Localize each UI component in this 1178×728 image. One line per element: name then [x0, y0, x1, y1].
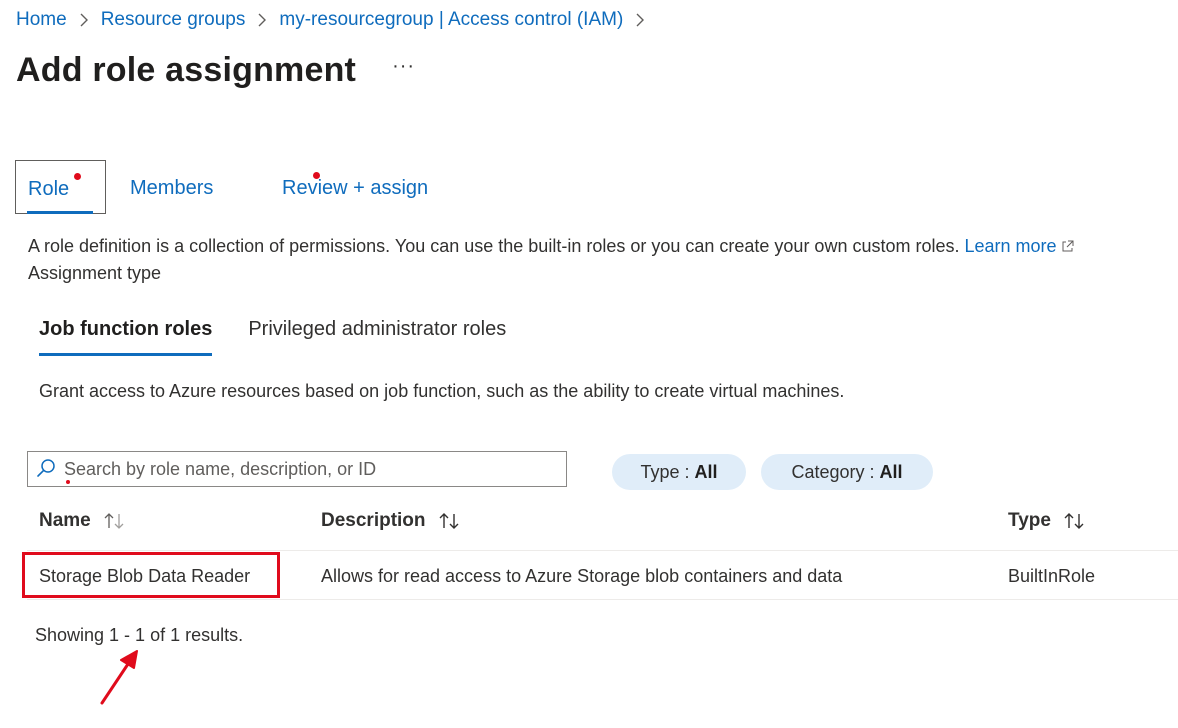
tab-job-function-roles-label: Job function roles	[39, 318, 213, 340]
type-filter-value: All	[694, 461, 718, 482]
breadcrumb: Home Resource groups my-resourcegroup | …	[16, 8, 657, 32]
sort-icon[interactable]	[438, 512, 462, 530]
title-row: Add role assignment ···	[16, 48, 415, 92]
search-input[interactable]	[64, 452, 560, 486]
learn-more-link[interactable]: Learn more	[965, 236, 1074, 256]
add-role-assignment-page: Home Resource groups my-resourcegroup | …	[0, 0, 1178, 728]
column-header-description-label: Description	[321, 510, 426, 531]
tab-members-label: Members	[130, 177, 214, 199]
annotation-arrow	[100, 650, 138, 705]
description-text: A role definition is a collection of per…	[28, 236, 960, 256]
role-definition-description: A role definition is a collection of per…	[28, 234, 1074, 259]
chevron-right-icon	[257, 13, 267, 27]
tab-review-assign-label: Review + assign	[282, 177, 429, 199]
type-filter-label: Type :	[640, 461, 695, 482]
external-link-icon	[1061, 235, 1074, 259]
selected-tab-underline	[39, 353, 213, 356]
learn-more-label: Learn more	[964, 236, 1057, 256]
type-filter-pill[interactable]: Type : All	[612, 454, 746, 490]
breadcrumb-resource-groups[interactable]: Resource groups	[101, 8, 246, 32]
search-icon	[36, 458, 56, 478]
tab-privileged-administrator-roles[interactable]: Privileged administrator roles	[248, 318, 506, 356]
chevron-right-icon	[635, 13, 645, 27]
category-filter-value: All	[879, 461, 903, 482]
column-header-type-label: Type	[1008, 510, 1051, 531]
role-description-cell: Allows for read access to Azure Storage …	[321, 566, 843, 586]
column-header-name: Name	[39, 510, 127, 532]
page-title: Add role assignment	[16, 51, 357, 89]
table-divider	[27, 550, 1178, 551]
more-options-button[interactable]: ···	[392, 55, 415, 78]
tab-job-function-roles[interactable]: Job function roles	[39, 318, 213, 356]
tab-members[interactable]: Members	[106, 160, 320, 214]
column-header-description: Description	[321, 510, 462, 532]
breadcrumb-resourcegroup-iam[interactable]: my-resourcegroup | Access control (IAM)	[279, 8, 623, 32]
tab-role[interactable]: Role	[15, 160, 106, 214]
tab-review-assign[interactable]: Review + assign	[258, 160, 458, 214]
sort-icon[interactable]	[103, 512, 127, 530]
category-filter-pill[interactable]: Category : All	[761, 454, 933, 490]
table-divider	[27, 599, 1178, 600]
spellcheck-indicator	[66, 480, 70, 484]
category-filter-label: Category :	[791, 461, 880, 482]
breadcrumb-home[interactable]: Home	[16, 8, 67, 32]
sort-icon[interactable]	[1063, 512, 1087, 530]
required-indicator	[74, 173, 81, 180]
chevron-right-icon	[79, 13, 89, 27]
column-header-name-label: Name	[39, 510, 91, 531]
role-type-cell: BuiltInRole	[1008, 566, 1096, 586]
job-function-description: Grant access to Azure resources based on…	[39, 381, 845, 401]
column-header-type: Type	[1008, 510, 1087, 532]
tab-role-label: Role	[28, 178, 70, 200]
tab-privileged-administrator-roles-label: Privileged administrator roles	[248, 318, 507, 340]
wizard-tabs: Role Members Review + assign	[15, 160, 458, 214]
role-search-box[interactable]	[27, 451, 567, 487]
results-count: Showing 1 - 1 of 1 results.	[35, 625, 244, 645]
selected-tab-underline	[27, 211, 93, 214]
role-name-cell[interactable]: Storage Blob Data Reader	[39, 564, 250, 588]
assignment-type-label: Assignment type	[28, 263, 162, 283]
assignment-type-tabs: Job function roles Privileged administra…	[39, 318, 506, 356]
